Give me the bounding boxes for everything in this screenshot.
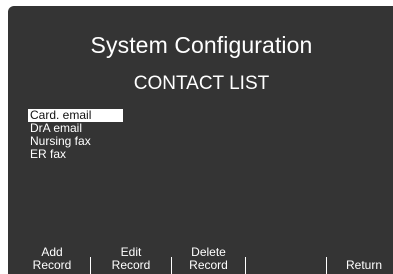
return-label-line2: Return (345, 258, 383, 272)
edit-record-button[interactable]: Edit Record (91, 246, 171, 274)
contact-item-er-fax[interactable]: ER fax (28, 148, 123, 161)
blank-softkey[interactable] (246, 246, 326, 274)
edit-record-label-line2: Record (111, 258, 151, 272)
blank-softkey-label-line2 (246, 259, 326, 272)
softkey-bar: Add Record Edit Record Delete Record Ret… (8, 246, 393, 274)
return-button[interactable]: Return (327, 246, 393, 274)
contact-list: Card. email DrA email Nursing fax ER fax (28, 109, 123, 161)
blank-softkey-label-line1 (246, 246, 326, 259)
screen-title: System Configuration (90, 32, 313, 58)
delete-record-button[interactable]: Delete Record (172, 246, 245, 274)
delete-record-label-line2: Record (189, 258, 228, 272)
device-screen: System Configuration CONTACT LIST Card. … (8, 6, 393, 274)
screen-subtitle: CONTACT LIST (133, 73, 270, 94)
add-record-button[interactable]: Add Record (14, 246, 90, 274)
add-record-label-line2: Record (32, 258, 72, 272)
